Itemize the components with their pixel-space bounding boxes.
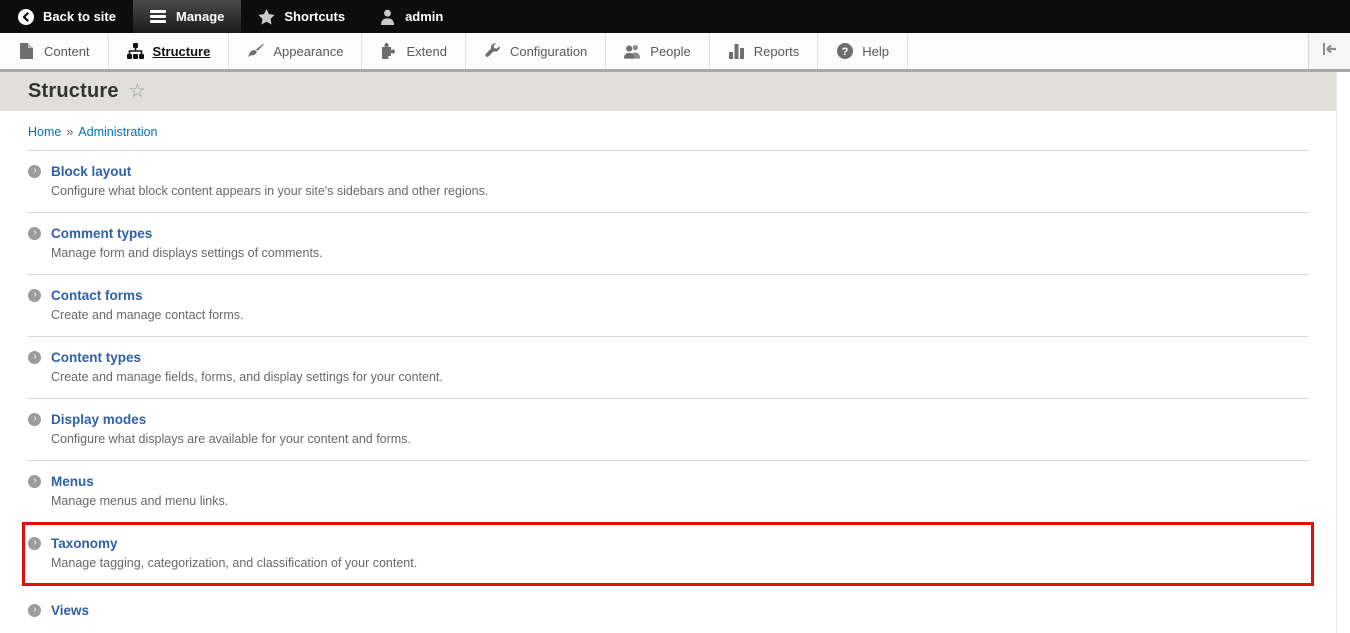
tab-label: Reports (754, 44, 800, 59)
back-to-site-button[interactable]: Back to site (0, 0, 133, 33)
favorite-star-icon[interactable] (129, 82, 146, 101)
tab-label: Appearance (273, 44, 343, 59)
list-item-taxonomy-highlighted: Taxonomy Manage tagging, categorization,… (22, 522, 1314, 586)
block-layout-link[interactable]: Block layout (51, 164, 131, 179)
list-item-views: Views (28, 586, 1308, 633)
shortcuts-label: Shortcuts (284, 9, 345, 24)
breadcrumb-separator: » (66, 125, 73, 139)
page-content-area: Structure Home » Administration Block layo… (0, 72, 1337, 633)
tab-label: Extend (406, 44, 446, 59)
tab-reports[interactable]: Reports (710, 33, 819, 69)
contact-forms-link[interactable]: Contact forms (51, 288, 143, 303)
back-circle-icon (17, 8, 34, 25)
page-title-band: Structure (0, 72, 1336, 111)
paintbrush-icon (247, 43, 264, 60)
list-item-content-types: Content types Create and manage fields, … (28, 336, 1308, 398)
tab-content[interactable]: Content (0, 33, 109, 69)
taxonomy-link[interactable]: Taxonomy (51, 536, 118, 551)
menus-link[interactable]: Menus (51, 474, 94, 489)
tab-label: Content (44, 44, 90, 59)
list-item-contact-forms: Contact forms Create and manage contact … (28, 274, 1308, 336)
chevron-circle-icon (28, 475, 41, 488)
list-item-display-modes: Display modes Configure what displays ar… (28, 398, 1308, 460)
page-title: Structure (28, 80, 119, 103)
chevron-circle-icon (28, 289, 41, 302)
breadcrumb-home-link[interactable]: Home (28, 125, 61, 139)
manage-button[interactable]: Manage (133, 0, 241, 33)
tab-label: Configuration (510, 44, 587, 59)
item-description: Manage menus and menu links. (51, 494, 1308, 508)
chevron-circle-icon (28, 604, 41, 617)
comment-types-link[interactable]: Comment types (51, 226, 152, 241)
tab-label: Help (862, 44, 889, 59)
structure-admin-list: Block layout Configure what block conten… (28, 150, 1308, 633)
tab-label: People (650, 44, 690, 59)
item-description: Create and manage contact forms. (51, 308, 1308, 322)
tab-structure[interactable]: Structure (109, 33, 230, 69)
user-menu-button[interactable]: admin (362, 0, 460, 33)
list-item-menus: Menus Manage menus and menu links. (28, 460, 1308, 522)
tab-extend[interactable]: Extend (362, 33, 465, 69)
item-description: Create and manage fields, forms, and dis… (51, 370, 1308, 384)
tab-configuration[interactable]: Configuration (466, 33, 606, 69)
hamburger-menu-icon (150, 8, 167, 25)
item-description: Manage form and displays settings of com… (51, 246, 1308, 260)
chevron-circle-icon (28, 537, 41, 550)
tab-appearance[interactable]: Appearance (229, 33, 362, 69)
sitemap-icon (127, 43, 144, 60)
item-description: Configure what displays are available fo… (51, 432, 1308, 446)
display-modes-link[interactable]: Display modes (51, 412, 146, 427)
admin-tab-bar: Content Structure Appearance Extend Conf… (0, 33, 1350, 72)
tab-label: Structure (153, 44, 211, 59)
manage-label: Manage (176, 9, 224, 24)
chevron-circle-icon (28, 351, 41, 364)
tab-people[interactable]: People (606, 33, 709, 69)
item-description: Configure what block content appears in … (51, 184, 1308, 198)
star-icon (258, 8, 275, 25)
tab-bar-spacer (908, 33, 1308, 69)
user-icon (379, 8, 396, 25)
collapse-left-icon (1322, 42, 1338, 60)
list-item-block-layout: Block layout Configure what block conten… (28, 150, 1308, 212)
breadcrumb: Home » Administration (0, 111, 1336, 141)
back-to-site-label: Back to site (43, 9, 116, 24)
bar-chart-icon (728, 43, 745, 60)
shortcuts-button[interactable]: Shortcuts (241, 0, 362, 33)
content-types-link[interactable]: Content types (51, 350, 141, 365)
breadcrumb-administration-link[interactable]: Administration (78, 125, 157, 139)
chevron-circle-icon (28, 413, 41, 426)
puzzle-icon (380, 43, 397, 60)
admin-toolbar: Back to site Manage Shortcuts admin (0, 0, 1350, 33)
people-icon (624, 43, 641, 60)
tab-help[interactable]: ? Help (818, 33, 908, 69)
toolbar-orientation-toggle-button[interactable] (1308, 33, 1350, 69)
chevron-circle-icon (28, 227, 41, 240)
help-question-icon: ? (836, 43, 853, 60)
svg-text:?: ? (841, 46, 848, 58)
item-description: Manage tagging, categorization, and clas… (51, 556, 1308, 570)
wrench-icon (484, 43, 501, 60)
views-link[interactable]: Views (51, 603, 89, 618)
document-icon (18, 43, 35, 60)
username-label: admin (405, 9, 443, 24)
list-item-comment-types: Comment types Manage form and displays s… (28, 212, 1308, 274)
chevron-circle-icon (28, 165, 41, 178)
